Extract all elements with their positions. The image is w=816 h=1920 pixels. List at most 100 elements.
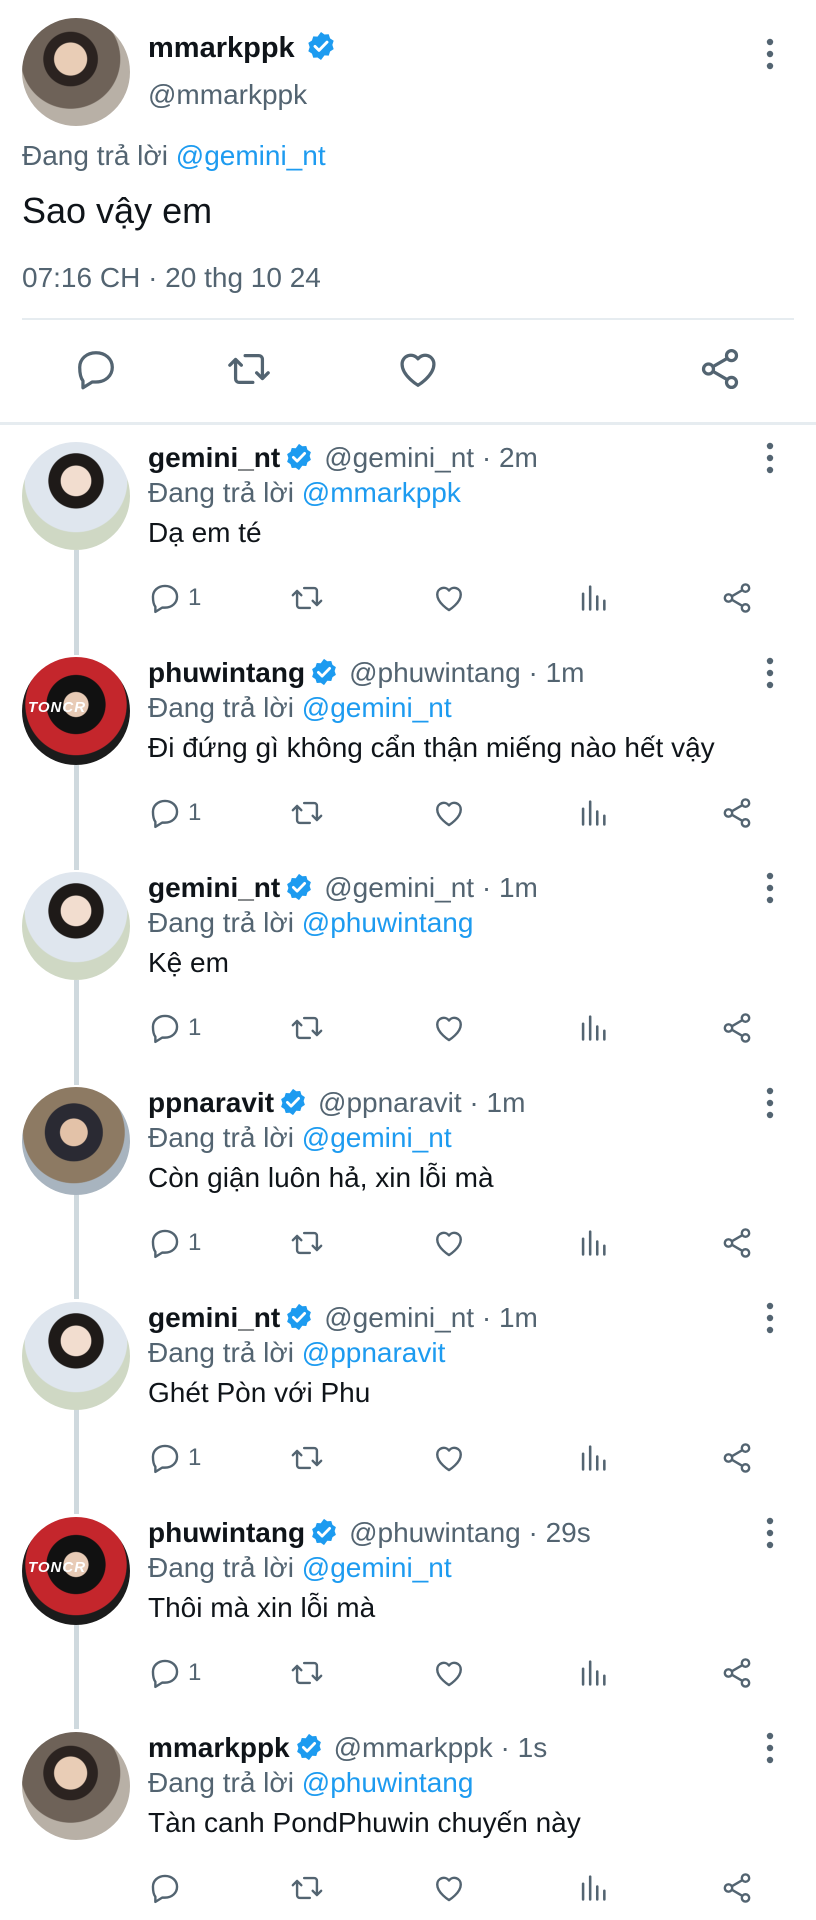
reply-icon[interactable] [73,346,119,392]
views-button[interactable] [576,1438,610,1478]
author-handle[interactable]: @mmarkppk [148,79,307,111]
mention-link[interactable]: @phuwintang [302,907,474,938]
reply-header: mmarkppk @mmarkppk · 1s [148,1732,547,1764]
retweet-button[interactable] [290,793,324,833]
retweet-icon[interactable] [226,346,272,392]
views-button[interactable] [576,1008,610,1048]
like-button[interactable] [432,578,466,618]
more-vertical-icon[interactable] [755,1730,785,1766]
replying-to: Đang trả lời @phuwintang [148,1767,473,1799]
reply-tweet[interactable]: TONCR phuwintang @phuwintang · 29s Đang t… [0,1505,816,1719]
share-button[interactable] [720,1868,754,1908]
avatar[interactable] [22,442,130,550]
like-button[interactable] [432,793,466,833]
views-button[interactable] [576,1868,610,1908]
mention-link[interactable]: @mmarkppk [302,477,461,508]
author-name[interactable]: gemini_nt [148,442,280,473]
reply-button[interactable]: 1 [148,1653,201,1693]
retweet-button[interactable] [290,1438,324,1478]
mention-link[interactable]: @ppnaravit [302,1337,446,1368]
share-button[interactable] [720,578,754,618]
mention-link[interactable]: @gemini_nt [302,692,452,723]
mention-link[interactable]: @gemini_nt [176,140,326,171]
action-bar: 1 [148,1008,788,1048]
retweet-button[interactable] [290,1868,324,1908]
more-vertical-icon[interactable] [755,1515,785,1551]
reply-tweet[interactable]: gemini_nt @gemini_nt · 1m Đang trả lời @p… [0,860,816,1074]
avatar[interactable] [22,872,130,980]
author-name[interactable]: phuwintang [148,657,305,688]
like-icon[interactable] [395,346,441,392]
share-icon [723,1013,751,1043]
retweet-button[interactable] [290,1223,324,1263]
reply-count: 1 [188,1659,202,1686]
like-button[interactable] [432,1868,466,1908]
like-button[interactable] [432,1223,466,1263]
tweet-timestamp[interactable]: 07:16 CH · 20 thg 10 24 [22,262,321,294]
author-handle[interactable]: @gemini_nt · 1m [324,872,538,903]
reply-tweet[interactable]: gemini_nt @gemini_nt · 1m Đang trả lời @p… [0,1290,816,1504]
author-handle[interactable]: @phuwintang · 29s [349,1517,591,1548]
share-button[interactable] [720,793,754,833]
author-name[interactable]: gemini_nt [148,872,280,903]
like-button[interactable] [432,1438,466,1478]
more-vertical-icon[interactable] [755,870,785,906]
reply-tweet[interactable]: TONCR phuwintang @phuwintang · 1m Đang tr… [0,645,816,859]
replying-to: Đang trả lời @mmarkppk [148,477,461,509]
share-button[interactable] [720,1223,754,1263]
replying-to: Đang trả lời @gemini_nt [22,140,326,172]
retweet-button[interactable] [290,1008,324,1048]
reply-tweet[interactable]: gemini_nt @gemini_nt · 2m Đang trả lời @m… [0,430,816,644]
author-handle[interactable]: @mmarkppk · 1s [334,1732,548,1763]
avatar[interactable] [22,18,130,126]
views-button[interactable] [576,1653,610,1693]
like-button[interactable] [432,1653,466,1693]
reply-button[interactable]: 1 [148,1008,201,1048]
more-vertical-icon[interactable] [755,1300,785,1336]
retweet-button[interactable] [290,578,324,618]
avatar[interactable] [22,1732,130,1840]
views-button[interactable] [576,1223,610,1263]
author-name[interactable]: phuwintang [148,1517,305,1548]
reply-button[interactable]: 1 [148,578,201,618]
author-name[interactable]: ppnaravit [148,1087,274,1118]
mention-link[interactable]: @gemini_nt [302,1122,452,1153]
avatar[interactable]: TONCR [22,657,130,765]
author-name[interactable]: gemini_nt [148,1302,280,1333]
retweet-icon [291,1016,323,1040]
author-name-text[interactable]: mmarkppk [148,32,295,64]
reply-button[interactable]: 1 [148,1223,201,1263]
mention-link[interactable]: @gemini_nt [302,1552,452,1583]
reply-button[interactable]: 1 [148,793,201,833]
reply-tweet[interactable]: ppnaravit @ppnaravit · 1m Đang trả lời @g… [0,1075,816,1289]
share-button[interactable] [720,1008,754,1048]
views-icon [581,585,606,611]
replying-to: Đang trả lời @phuwintang [148,907,473,939]
reply-tweet[interactable]: mmarkppk @mmarkppk · 1s Đang trả lời @phu… [0,1720,816,1920]
more-vertical-icon[interactable] [755,440,785,476]
avatar[interactable]: TONCR [22,1517,130,1625]
reply-button[interactable]: 1 [148,1438,201,1478]
author-name[interactable]: mmarkppk [148,1732,290,1763]
share-button[interactable] [720,1438,754,1478]
more-vertical-icon[interactable] [755,36,785,72]
author-handle[interactable]: @ppnaravit · 1m [318,1087,525,1118]
mention-link[interactable]: @phuwintang [302,1767,474,1798]
author-handle[interactable]: @gemini_nt · 1m [324,1302,538,1333]
avatar[interactable] [22,1087,130,1195]
like-button[interactable] [432,1008,466,1048]
views-button[interactable] [576,578,610,618]
share-button[interactable] [720,1653,754,1693]
more-vertical-icon[interactable] [755,1085,785,1121]
reply-button[interactable] [148,1868,188,1908]
share-icon[interactable] [697,346,743,392]
reply-icon [151,1229,179,1259]
reply-header: gemini_nt @gemini_nt · 2m [148,442,538,474]
author-name[interactable]: mmarkppk [148,30,337,65]
more-vertical-icon[interactable] [755,655,785,691]
author-handle[interactable]: @phuwintang · 1m [349,657,584,688]
author-handle[interactable]: @gemini_nt · 2m [324,442,538,473]
avatar[interactable] [22,1302,130,1410]
retweet-button[interactable] [290,1653,324,1693]
views-button[interactable] [576,793,610,833]
